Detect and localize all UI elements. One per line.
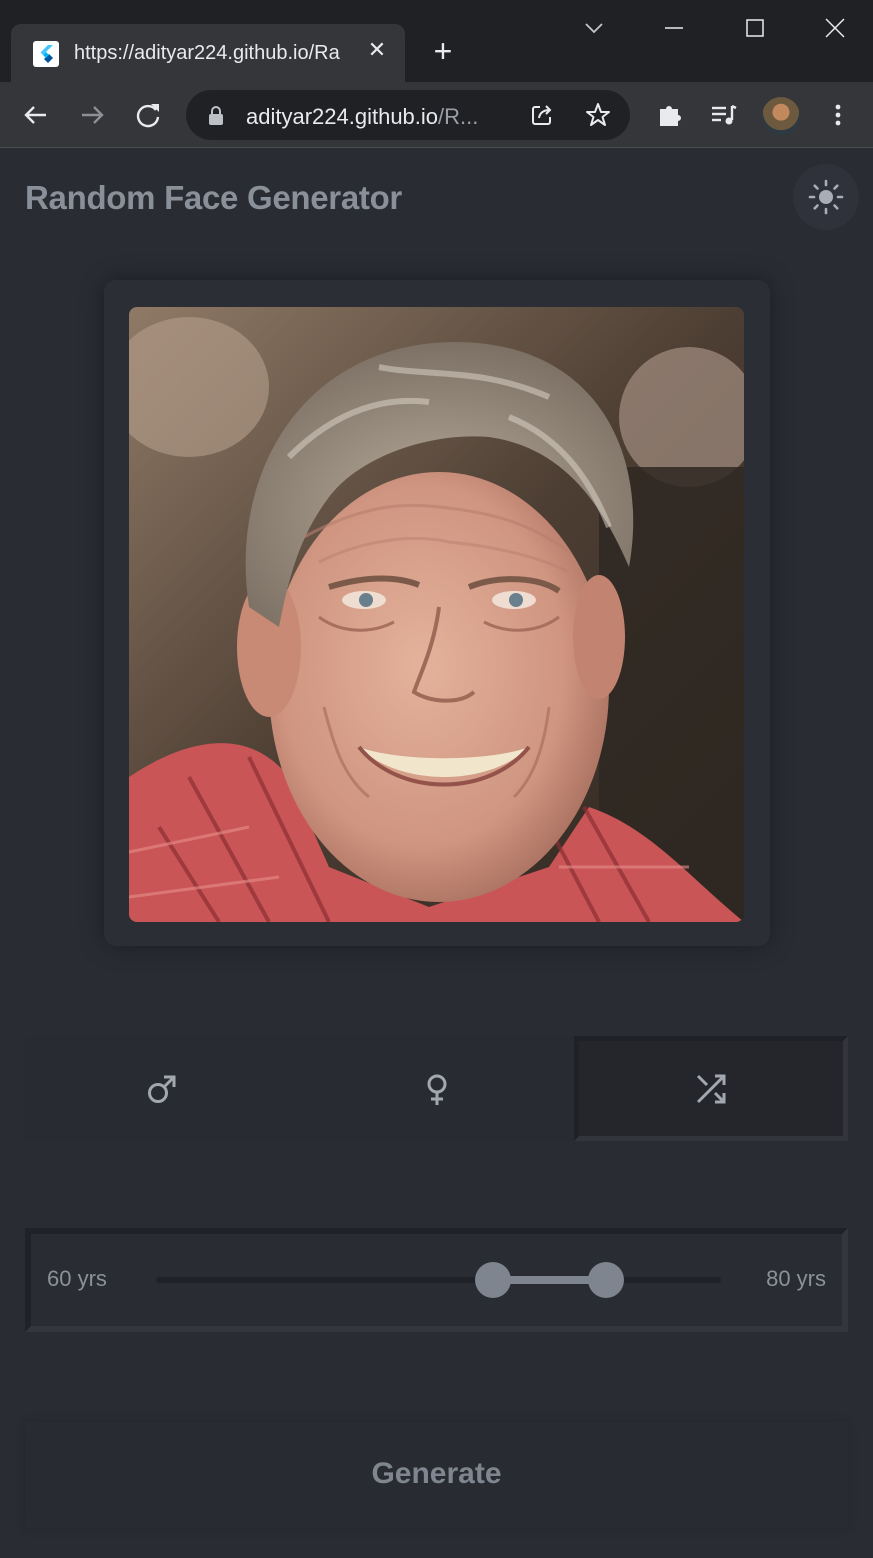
back-arrow-icon[interactable] [20,99,52,131]
generate-label: Generate [371,1457,502,1490]
tab-title: https://adityar224.github.io/Ra [74,42,340,64]
lock-icon [209,106,223,125]
male-icon [148,1075,176,1103]
forward-arrow-icon[interactable] [76,99,108,131]
minimize-icon[interactable] [656,12,692,44]
female-icon [427,1074,446,1105]
browser-tab[interactable]: https://adityar224.github.io/Ra ✕ [11,24,405,82]
generated-face-image [129,307,744,922]
new-tab-icon[interactable]: + [428,35,458,67]
slider-track[interactable] [156,1277,721,1283]
face-image-card [104,280,770,946]
bookmark-star-icon[interactable] [584,101,612,129]
browser-tab-strip: https://adityar224.github.io/Ra ✕ + [0,0,873,82]
sun-icon [808,179,844,215]
tab-close-icon[interactable]: ✕ [365,38,389,62]
shuffle-icon [696,1074,726,1103]
app-viewport: Random Face Generator 60 yrs 80 yrs Gene… [0,148,873,1558]
extensions-puzzle-icon[interactable] [654,99,686,131]
gender-option-female[interactable] [299,1036,574,1141]
tab-search-chevron-icon[interactable] [576,12,612,44]
media-queue-icon[interactable] [708,99,740,131]
url-path: /R... [438,104,479,129]
window-close-icon[interactable] [817,12,853,44]
profile-avatar[interactable] [762,97,800,135]
gender-option-random[interactable] [574,1036,848,1141]
page-title: Random Face Generator [25,179,402,216]
theme-toggle-button[interactable] [793,164,859,230]
maximize-icon[interactable] [737,12,773,44]
age-max-label: 80 yrs [766,1266,826,1291]
slider-high-thumb[interactable] [588,1262,624,1298]
flutter-favicon-icon [33,41,59,67]
browser-toolbar: adityar224.github.io/R... [0,82,873,148]
url-host: adityar224.github.io [246,104,439,129]
share-icon[interactable] [528,101,556,129]
url-text[interactable]: adityar224.github.io/R... [246,104,478,130]
slider-low-thumb[interactable] [475,1262,511,1298]
generate-button[interactable]: Generate [25,1422,848,1528]
reload-icon[interactable] [132,99,164,131]
age-min-label: 60 yrs [47,1266,107,1291]
age-range-slider: 60 yrs 80 yrs [25,1228,848,1332]
more-menu-icon[interactable] [822,99,854,131]
gender-option-male[interactable] [25,1036,299,1141]
address-bar[interactable]: adityar224.github.io/R... [186,90,630,140]
